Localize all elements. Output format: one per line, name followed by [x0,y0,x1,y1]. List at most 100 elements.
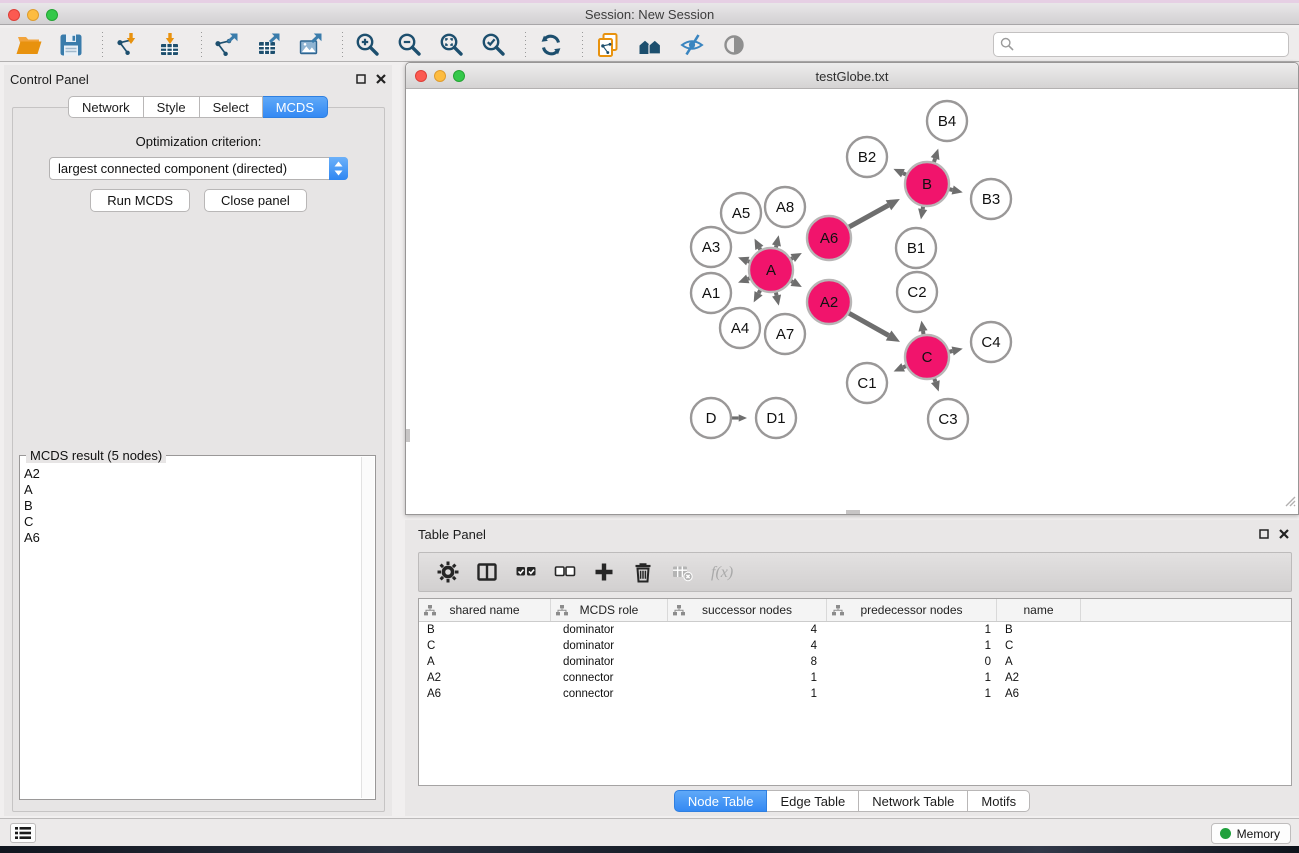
node-C[interactable]: C [905,335,949,379]
edge-B-B3[interactable] [949,186,962,195]
mcds-result-item[interactable]: C [24,514,359,530]
node-C3[interactable]: C3 [928,399,968,439]
select-all-icon[interactable] [509,557,543,587]
node-A4[interactable]: A4 [720,308,760,348]
table-row[interactable]: A2connector11A2 [419,670,1291,686]
node-A6[interactable]: A6 [807,216,851,260]
node-B4[interactable]: B4 [927,101,967,141]
tab-style[interactable]: Style [144,96,200,118]
export-image-icon[interactable] [296,31,326,59]
edge-C-C3[interactable] [931,379,940,392]
table-row[interactable]: Cdominator41C [419,638,1291,654]
tab-node-table[interactable]: Node Table [674,790,768,812]
table-row[interactable]: A6connector11A6 [419,686,1291,702]
node-D1[interactable]: D1 [756,398,796,438]
zoom-in-icon[interactable] [353,31,383,59]
close-table-panel-icon[interactable] [1278,528,1289,539]
tab-network[interactable]: Network [68,96,144,118]
memory-button[interactable]: Memory [1211,823,1291,844]
node-A1[interactable]: A1 [691,273,731,313]
edge-A-A8[interactable] [772,235,781,247]
edge-A2-C[interactable] [849,313,900,342]
node-B3[interactable]: B3 [971,179,1011,219]
horizontal-scroll-indicator[interactable] [846,510,860,514]
close-panel-button[interactable]: Close panel [204,189,307,212]
resize-grip-icon[interactable] [1283,494,1296,512]
node-B1[interactable]: B1 [896,228,936,268]
edge-A-A4[interactable] [754,290,763,302]
edge-A-A5[interactable] [755,239,764,250]
edge-B-B4[interactable] [931,149,940,162]
result-scrollbar[interactable] [361,457,374,798]
node-B[interactable]: B [905,162,949,206]
float-table-panel-icon[interactable] [1258,528,1269,539]
node-A3[interactable]: A3 [691,227,731,267]
task-history-button[interactable] [10,823,36,843]
node-A5[interactable]: A5 [721,193,761,233]
node-C2[interactable]: C2 [897,272,937,312]
edge-C-C4[interactable] [949,347,962,356]
node-A8[interactable]: A8 [765,187,805,227]
edge-A6-B[interactable] [849,199,900,227]
node-D[interactable]: D [691,398,731,438]
node-B2[interactable]: B2 [847,137,887,177]
node-A7[interactable]: A7 [765,314,805,354]
mcds-result-item[interactable]: A2 [24,466,359,482]
node-C1[interactable]: C1 [847,363,887,403]
mcds-result-item[interactable]: B [24,498,359,514]
zoom-selected-icon[interactable] [479,31,509,59]
run-mcds-button[interactable]: Run MCDS [90,189,190,212]
mcds-result-item[interactable]: A [24,482,359,498]
zoom-fit-icon[interactable] [437,31,467,59]
zoom-out-icon[interactable] [395,31,425,59]
tab-motifs[interactable]: Motifs [968,790,1030,812]
network-canvas[interactable]: A A1 A2 A3 A4 A5 A6 A7 A8 B B1 B2 B3B4 C C1 C2 C3C4 D D1 [406,89,1298,514]
float-panel-icon[interactable] [355,73,366,84]
save-session-icon[interactable] [56,31,86,59]
open-session-icon[interactable] [14,31,44,59]
edge-D-D1[interactable] [732,414,747,421]
edge-C-C1[interactable] [894,363,906,371]
vertical-scroll-indicator[interactable] [406,429,410,442]
delete-column-icon[interactable] [626,557,660,587]
column-header-shared-name[interactable]: shared name [419,599,551,621]
edge-A-A1[interactable] [738,275,749,284]
import-table-icon[interactable] [155,31,185,59]
edge-B-B1[interactable] [918,207,927,220]
mcds-result-item[interactable]: A6 [24,530,359,546]
import-network-icon[interactable] [113,31,143,59]
hide-graphics-icon[interactable] [677,31,707,59]
edge-A-A3[interactable] [738,257,749,266]
table-row[interactable]: Bdominator41B [419,622,1291,638]
node-A2[interactable]: A2 [807,280,851,324]
columns-icon[interactable] [470,557,504,587]
edge-C-C2[interactable] [918,321,927,335]
refresh-icon[interactable] [536,31,566,59]
close-panel-icon[interactable] [375,73,386,84]
optimization-criterion-select[interactable]: largest connected component (directed) [49,157,348,180]
export-table-icon[interactable] [254,31,284,59]
search-input[interactable] [993,32,1289,57]
table-row[interactable]: Adominator80A [419,654,1291,670]
deselect-all-icon[interactable] [548,557,582,587]
settings-icon[interactable] [431,557,465,587]
node-A[interactable]: A [749,248,793,292]
column-header-name[interactable]: name [997,599,1081,621]
tab-mcds[interactable]: MCDS [263,96,328,118]
tab-network-table[interactable]: Network Table [859,790,968,812]
network-window-titlebar[interactable]: testGlobe.txt [406,63,1298,89]
add-column-icon[interactable] [587,557,621,587]
tab-edge-table[interactable]: Edge Table [767,790,859,812]
tab-select[interactable]: Select [200,96,263,118]
edge-A-A7[interactable] [772,292,781,305]
home-icon[interactable] [635,31,665,59]
edge-B-B2[interactable] [893,169,906,177]
show-graphics-icon[interactable] [719,31,749,59]
column-header-MCDS-role[interactable]: MCDS role [551,599,668,621]
node-C4[interactable]: C4 [971,322,1011,362]
svg-text:A1: A1 [702,285,720,302]
clone-network-icon[interactable] [593,31,623,59]
column-header-successor-nodes[interactable]: successor nodes [668,599,827,621]
export-network-icon[interactable] [212,31,242,59]
column-header-predecessor-nodes[interactable]: predecessor nodes [827,599,997,621]
